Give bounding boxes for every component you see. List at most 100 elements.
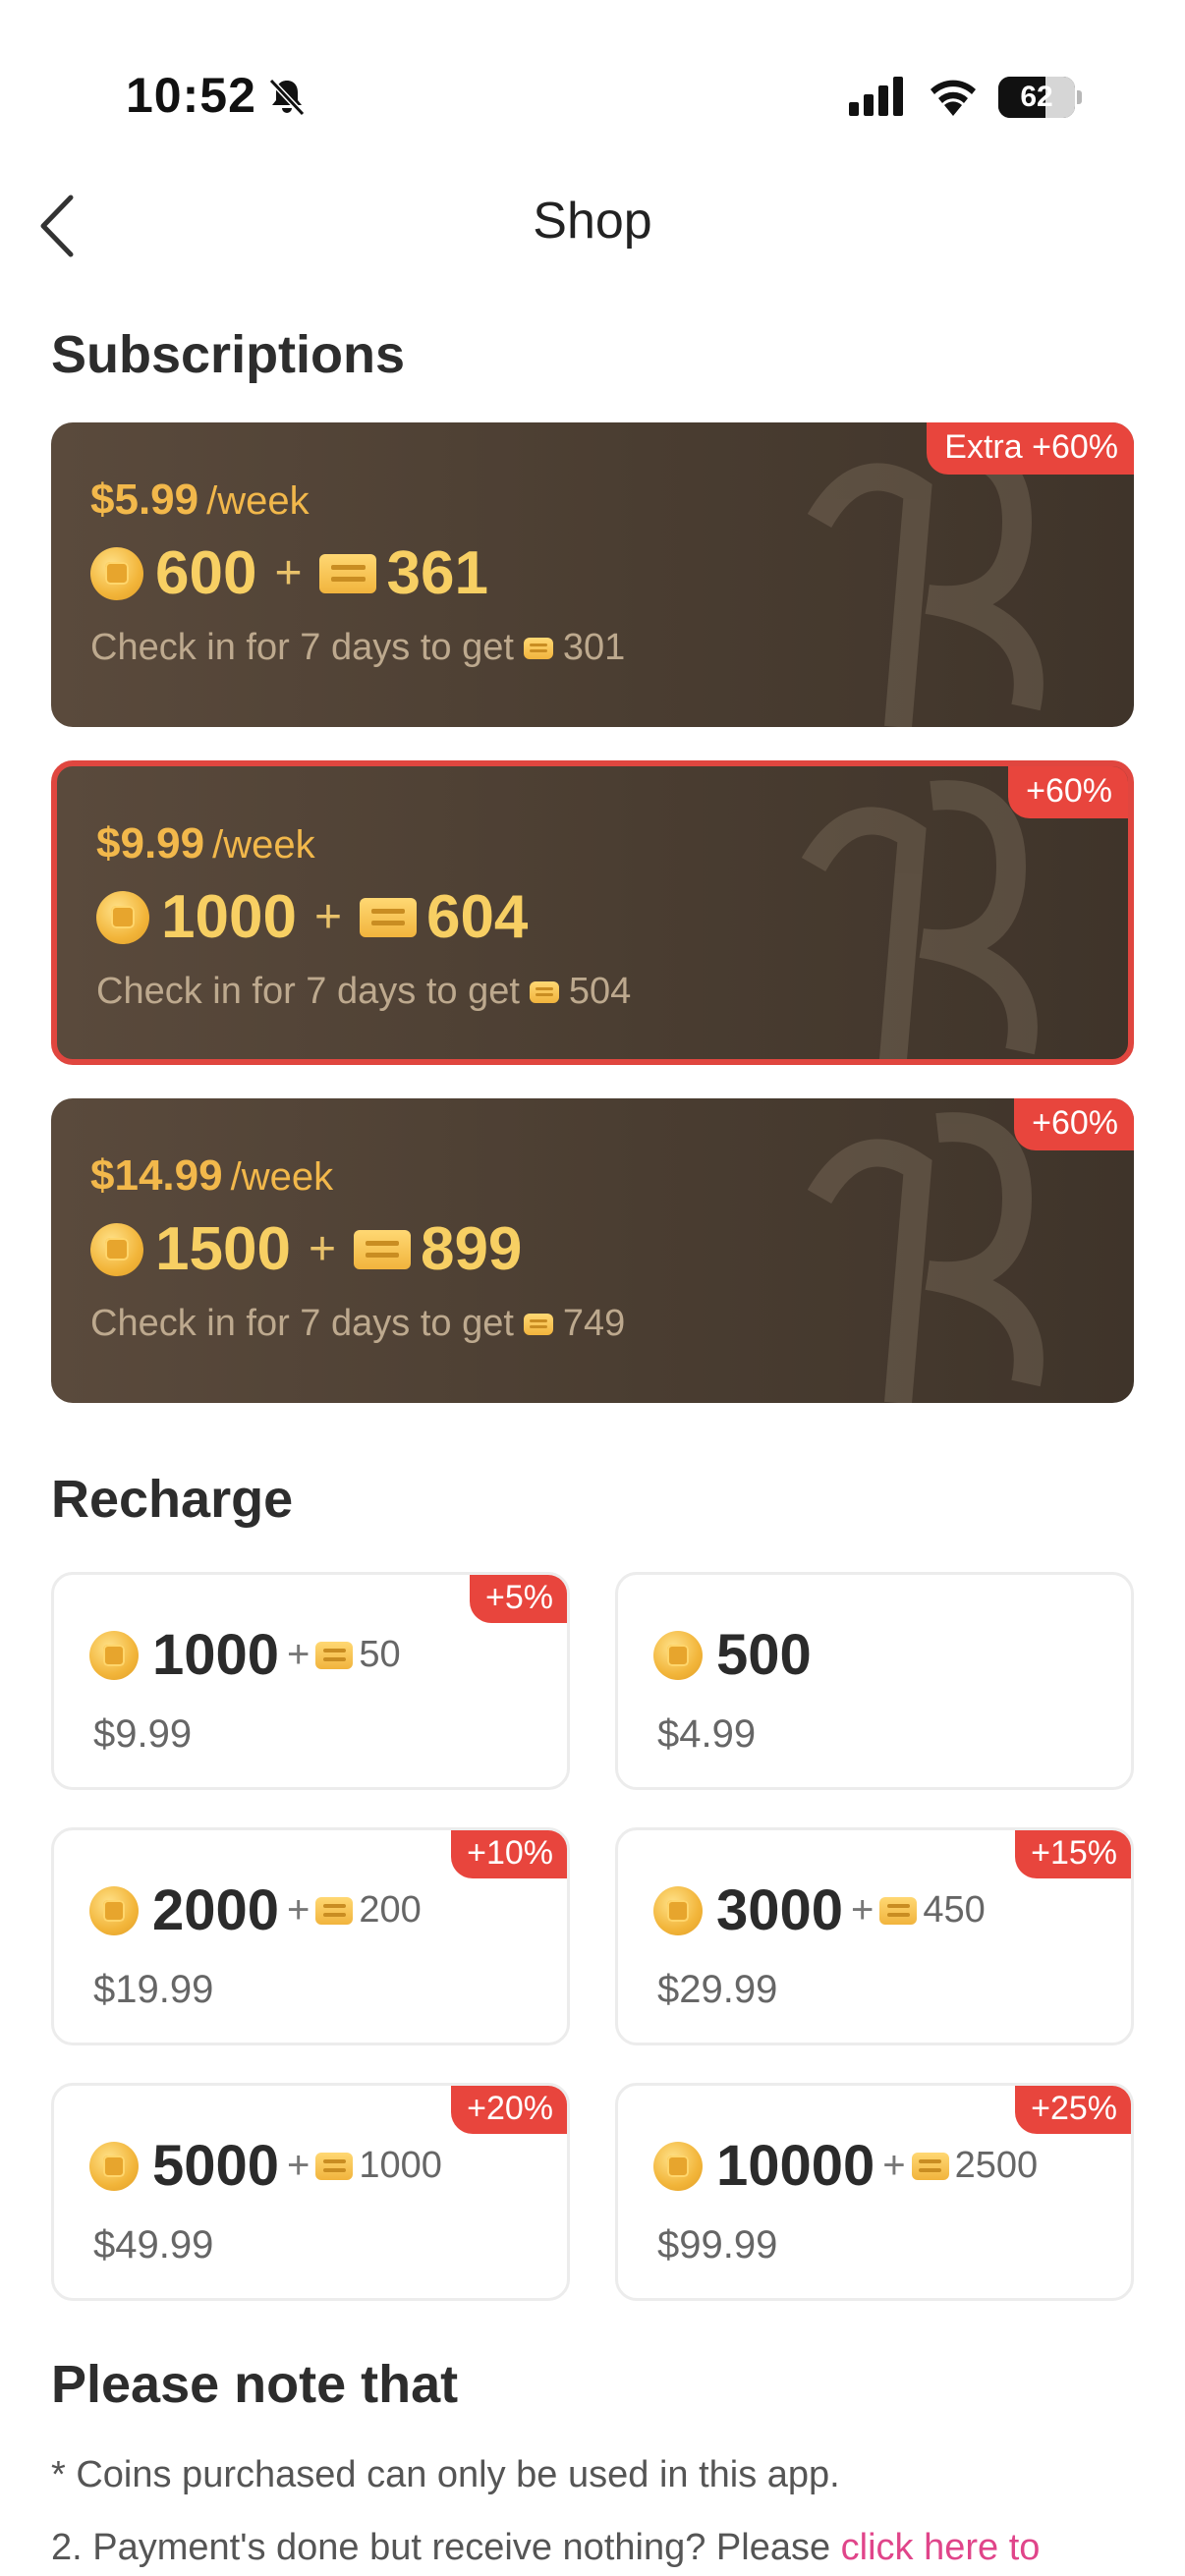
coin-icon [89,1885,139,1935]
plus-sign: + [287,2144,310,2187]
status-time: 10:52 [126,68,256,123]
checkin-text: Check in for 7 days to get [90,627,514,668]
page-title: Shop [533,193,652,250]
bonus-amount: 200 [359,1889,422,1931]
price-period: /week [212,823,315,867]
coin-icon [96,890,149,944]
ticket-icon [315,1896,354,1925]
subscription-price: $14.99/week [90,1151,333,1201]
bonus-amount: 899 [420,1215,523,1283]
subscriptions-heading: Subscriptions [51,325,406,384]
recharge-price: $4.99 [657,1712,757,1756]
bonus-badge: +60% [1008,766,1128,818]
coin-amount: 500 [716,1623,812,1687]
recharge-amounts: 3000 + 450 [653,1877,986,1943]
bonus-amount: 2500 [954,2145,1039,2186]
subscription-card[interactable]: +60% $9.99/week 1000 + 604 Check in for … [51,760,1134,1065]
bell-slash-icon [268,78,306,117]
checkin-text: Check in for 7 days to get [90,1303,514,1344]
status-bar: 10:52 62 [0,0,1185,187]
coin-icon [653,2141,703,2191]
notes-heading: Please note that [51,2355,459,2414]
bonus-badge: +10% [451,1830,567,1878]
price-period: /week [206,479,310,523]
subscription-price: $5.99/week [90,476,310,525]
price-value: $5.99 [90,476,199,524]
subscription-amounts: 600 + 361 [90,538,488,608]
ticket-icon [319,553,377,593]
price-value: $9.99 [96,819,205,868]
coin-amount: 10000 [716,2134,875,2198]
bonus-badge: +60% [1014,1098,1134,1150]
coin-icon [89,2141,139,2191]
decorative-watermark-icon [801,780,1038,1059]
recharge-heading: Recharge [51,1470,294,1529]
ticket-icon [315,1641,354,1669]
recharge-card[interactable]: +15% 3000 + 450 $29.99 [615,1827,1134,2045]
support-link[interactable]: click here to [841,2527,1041,2568]
battery-icon: 62 [998,77,1082,118]
subscription-amounts: 1000 + 604 [96,882,528,952]
bonus-amount: 50 [359,1634,401,1675]
recharge-card[interactable]: +10% 2000 + 200 $19.99 [51,1827,570,2045]
ticket-icon [315,2152,354,2180]
recharge-card[interactable]: 500 $4.99 [615,1572,1134,1790]
recharge-price: $49.99 [93,2223,214,2267]
plus-sign: + [313,891,342,943]
bonus-amount: 604 [425,883,529,951]
coin-amount: 1000 [161,883,297,951]
subscription-price: $9.99/week [96,819,315,868]
coin-icon [90,1222,143,1276]
battery-percent: 62 [1020,81,1053,113]
bonus-badge: +5% [470,1575,567,1623]
price-period: /week [230,1155,334,1199]
plus-sign: + [274,547,303,599]
decorative-watermark-icon [807,1112,1044,1403]
checkin-text: Check in for 7 days to get [96,971,520,1012]
coin-amount: 2000 [152,1878,280,1942]
subscription-card[interactable]: Extra +60% $5.99/week 600 + 361 Check in… [51,422,1134,727]
recharge-amounts: 500 [653,1622,812,1688]
plus-sign: + [287,1633,310,1676]
recharge-card[interactable]: +5% 1000 + 50 $9.99 [51,1572,570,1790]
plus-sign: + [882,2144,906,2187]
checkin-note: Check in for 7 days to get 301 [90,627,625,669]
ticket-icon [359,897,417,937]
recharge-price: $99.99 [657,2223,778,2267]
note-line-1: * Coins purchased can only be used in th… [51,2454,840,2495]
plus-sign: + [287,1888,310,1932]
subscription-amounts: 1500 + 899 [90,1214,522,1284]
recharge-price: $9.99 [93,1712,193,1756]
plus-sign: + [308,1223,336,1275]
bonus-badge: +20% [451,2086,567,2134]
subscription-card[interactable]: +60% $14.99/week 1500 + 899 Check in for… [51,1098,1134,1403]
checkin-amount: 504 [568,971,632,1012]
checkin-note: Check in for 7 days to get 749 [90,1303,625,1345]
recharge-amounts: 5000 + 1000 [89,2133,442,2199]
price-value: $14.99 [90,1151,223,1200]
coin-icon [89,1630,139,1680]
note-line-2-text: 2. Payment's done but receive nothing? P… [51,2527,841,2568]
bonus-badge: +15% [1015,1830,1131,1878]
wifi-icon [931,80,976,116]
coin-amount: 1500 [155,1215,291,1283]
checkin-note: Check in for 7 days to get 504 [96,971,631,1013]
recharge-card[interactable]: +25% 10000 + 2500 $99.99 [615,2083,1134,2301]
ticket-icon [523,637,553,659]
ticket-icon [529,980,559,1003]
bonus-badge: +25% [1015,2086,1131,2134]
checkin-amount: 301 [562,627,626,668]
bonus-badge: Extra +60% [927,422,1134,475]
recharge-card[interactable]: +20% 5000 + 1000 $49.99 [51,2083,570,2301]
coin-amount: 5000 [152,2134,280,2198]
recharge-amounts: 10000 + 2500 [653,2133,1038,2199]
ticket-icon [911,2152,949,2180]
recharge-amounts: 1000 + 50 [89,1622,401,1688]
ticket-icon [879,1896,918,1925]
recharge-amounts: 2000 + 200 [89,1877,422,1943]
recharge-price: $19.99 [93,1968,214,2011]
ticket-icon [523,1313,553,1335]
coin-amount: 3000 [716,1878,844,1942]
coin-icon [653,1885,703,1935]
bonus-amount: 361 [386,539,488,607]
